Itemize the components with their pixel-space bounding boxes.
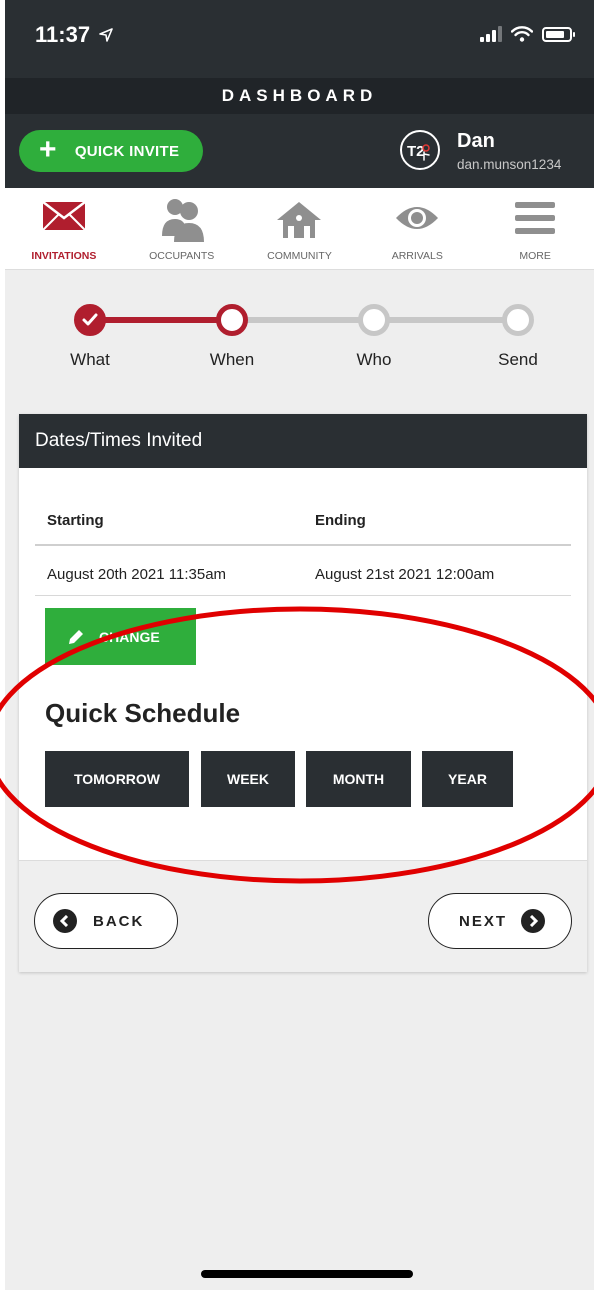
eye-icon (396, 207, 439, 229)
back-button[interactable]: BACK (34, 893, 178, 949)
battery-icon (542, 27, 575, 42)
avatar[interactable]: T2 (400, 130, 440, 170)
tab-community[interactable]: COMMUNITY (241, 188, 359, 269)
ending-label: Ending (315, 512, 366, 529)
tab-label: MORE (519, 250, 551, 262)
page-title: DASHBOARD (5, 78, 594, 114)
envelope-icon (42, 201, 86, 231)
card-footer: BACK NEXT (19, 860, 587, 972)
location-arrow-icon (99, 28, 113, 42)
starting-label: Starting (47, 512, 104, 529)
step-who-dot[interactable] (358, 304, 390, 336)
user-id: dan.munson1234 (457, 157, 562, 172)
menu-icon (515, 202, 556, 234)
next-label: NEXT (459, 912, 508, 930)
pencil-icon (69, 629, 83, 644)
next-button[interactable]: NEXT (428, 893, 572, 949)
tab-label: ARRIVALS (391, 250, 443, 262)
tab-invitations[interactable]: INVITATIONS (5, 188, 123, 269)
step-label-send: Send (498, 350, 538, 369)
user-name: Dan (457, 130, 495, 152)
step-send-dot[interactable] (502, 304, 534, 336)
checkmark-icon (82, 313, 98, 326)
step-label-when: When (209, 350, 255, 369)
houses-icon (277, 202, 322, 238)
quick-invite-label: QUICK INVITE (74, 142, 180, 160)
status-icons (480, 26, 575, 42)
progress-stepper: What When Who Send (5, 270, 594, 410)
step-what-dot[interactable] (74, 304, 106, 336)
quick-schedule-title: Quick Schedule (45, 698, 241, 728)
step-connector (232, 317, 374, 323)
header: + QUICK INVITE T2 Dan dan.munson1234 (5, 114, 594, 188)
tab-more[interactable]: MORE (476, 188, 594, 269)
status-bar: 11:37 (5, 0, 594, 78)
starting-value: August 20th 2021 11:35am (47, 566, 227, 583)
svg-text:T2: T2 (407, 143, 425, 160)
year-button[interactable]: YEAR (422, 751, 513, 807)
change-button[interactable]: CHANGE (45, 608, 196, 665)
week-button[interactable]: WEEK (201, 751, 295, 807)
home-indicator (201, 1270, 413, 1278)
back-label: BACK (93, 912, 145, 930)
divider (35, 544, 571, 546)
plus-icon: + (39, 132, 57, 166)
ending-value: August 21st 2021 12:00am (315, 566, 495, 583)
step-when-dot[interactable] (216, 304, 248, 336)
tab-arrivals[interactable]: ARRIVALS (358, 188, 476, 269)
chevron-left-icon (53, 909, 77, 933)
step-label-who: Who (356, 350, 392, 369)
divider (35, 595, 571, 596)
quick-invite-button[interactable]: + QUICK INVITE (19, 130, 203, 172)
month-button[interactable]: MONTH (306, 751, 411, 807)
tab-occupants[interactable]: OCCUPANTS (123, 188, 241, 269)
status-time: 11:37 (35, 22, 113, 48)
change-label: CHANGE (99, 628, 160, 645)
dates-card: Dates/Times Invited Starting Ending Augu… (19, 414, 587, 972)
wifi-icon (511, 26, 533, 42)
t2-logo-icon: T2 (407, 143, 430, 161)
signal-icon (480, 26, 502, 42)
tab-label: OCCUPANTS (149, 250, 215, 262)
nav-bar: INVITATIONS OCCUPANTS COMMUNITY ARRIVALS… (5, 188, 594, 270)
card-title: Dates/Times Invited (19, 414, 587, 468)
step-connector (90, 317, 232, 323)
app-screen: 11:37 DASHBOARD + QUICK INVITE T2 Dan da… (5, 0, 594, 1290)
step-label-what: What (70, 350, 110, 369)
tab-label: COMMUNITY (267, 250, 332, 262)
people-icon (161, 199, 204, 242)
tomorrow-button[interactable]: TOMORROW (45, 751, 189, 807)
tab-label: INVITATIONS (31, 250, 97, 262)
step-connector (374, 317, 519, 323)
chevron-right-icon (521, 909, 546, 933)
